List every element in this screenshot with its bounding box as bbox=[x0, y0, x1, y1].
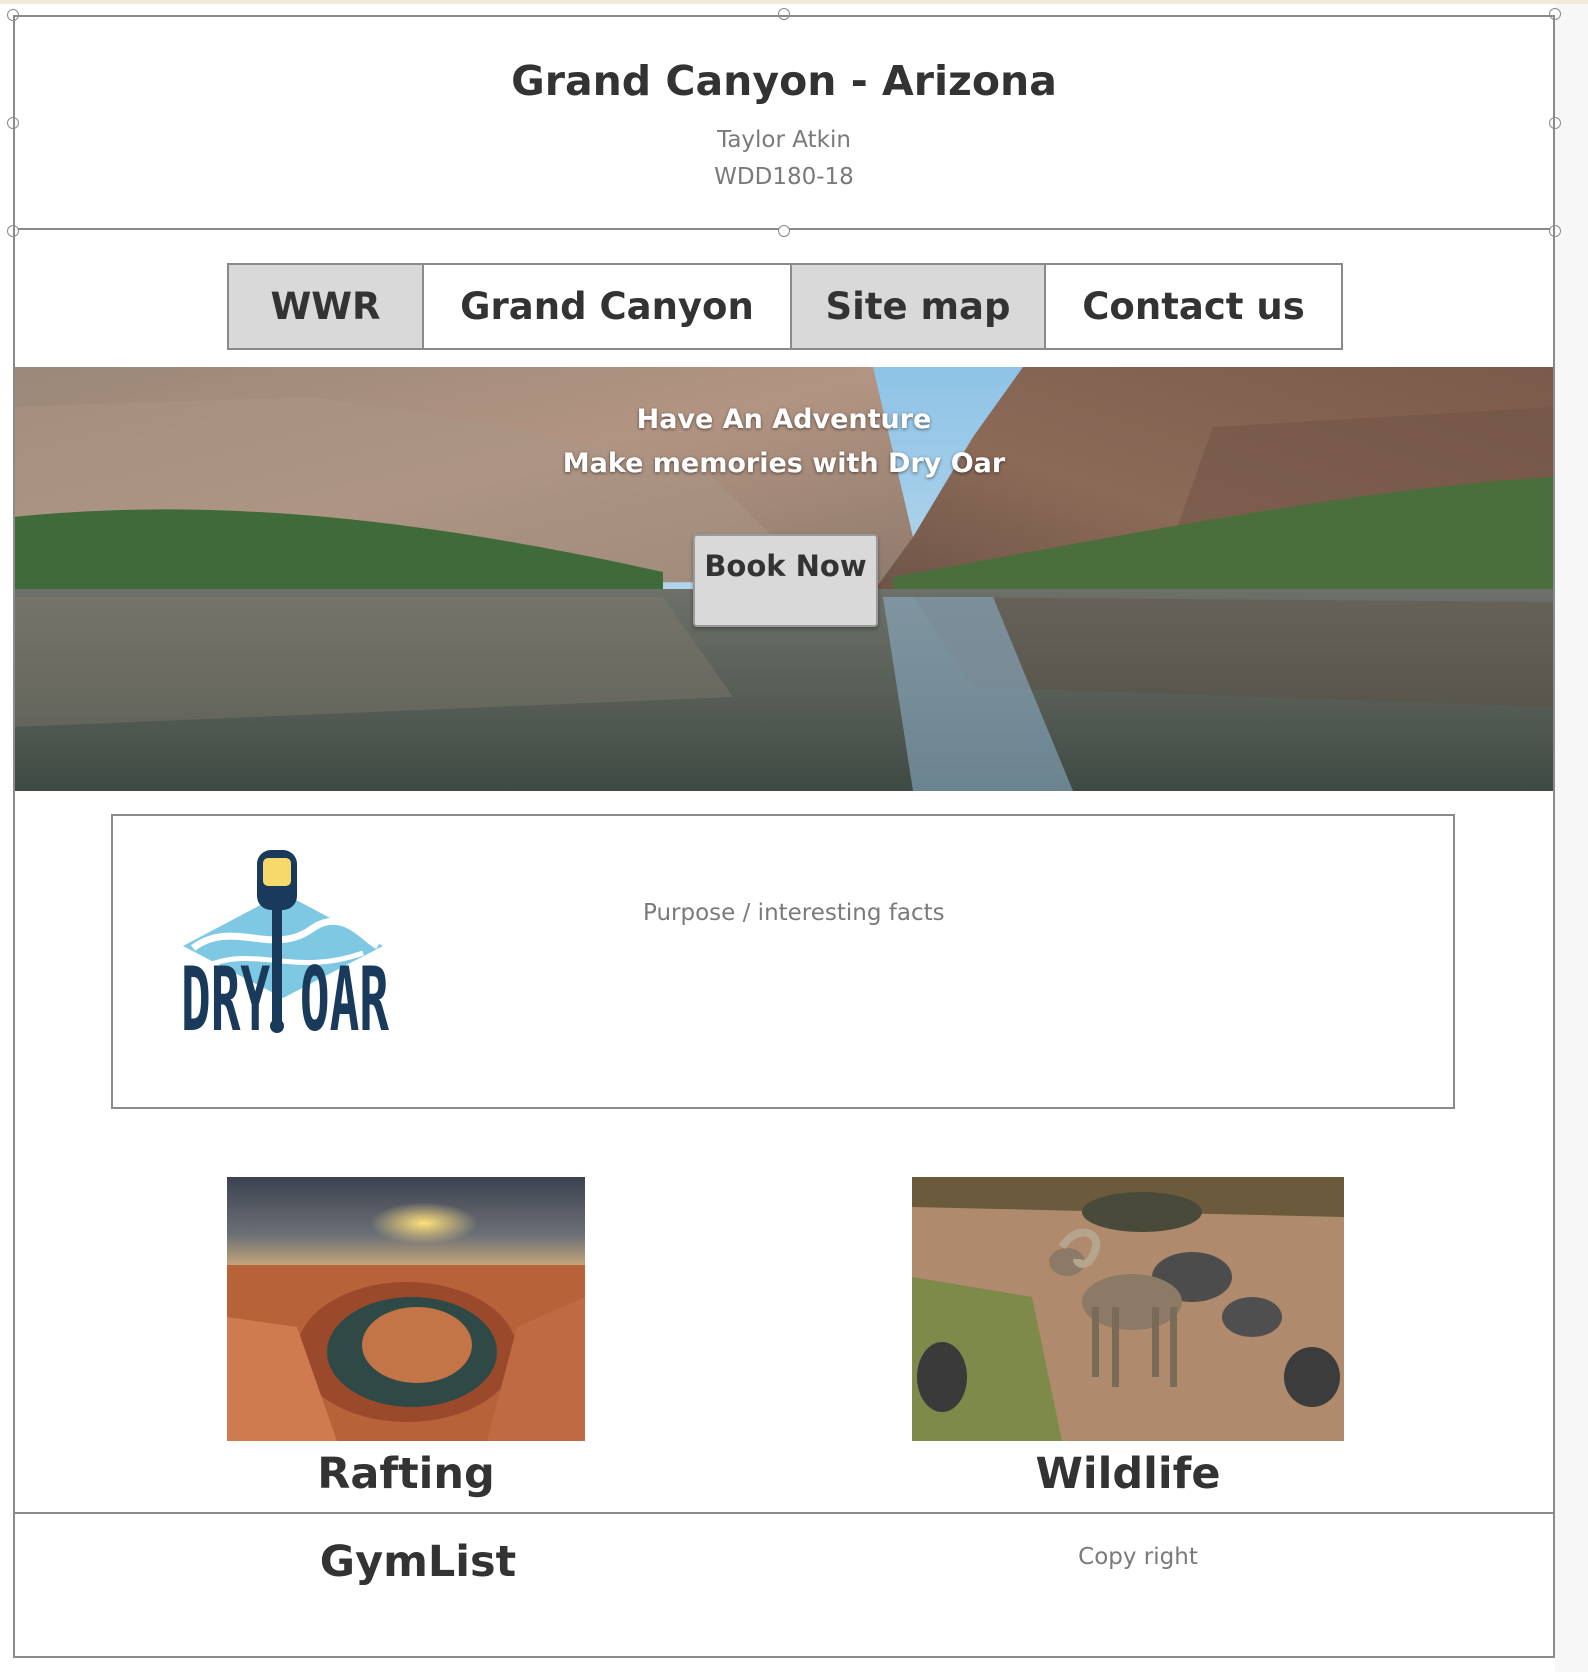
editor-gutter bbox=[1555, 4, 1588, 1672]
window-top-edge bbox=[0, 0, 1588, 4]
page-frame bbox=[13, 15, 1555, 1658]
